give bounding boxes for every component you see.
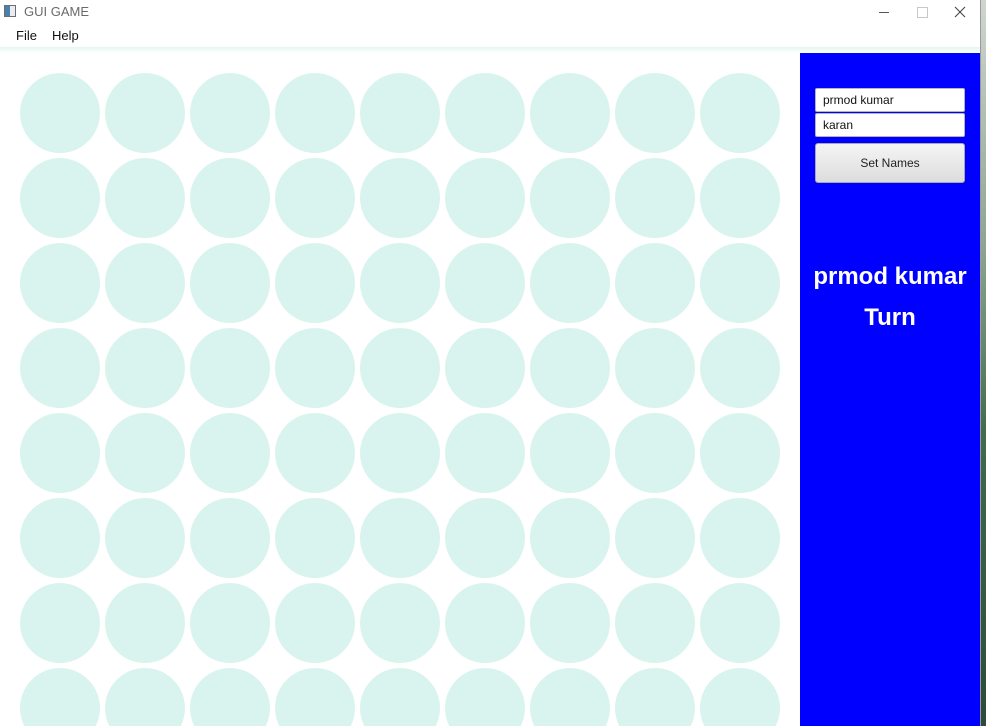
board-slot[interactable] [445, 243, 525, 323]
board-slot[interactable] [105, 413, 185, 493]
desktop-background [981, 0, 986, 726]
board-slot[interactable] [275, 243, 355, 323]
board-slot[interactable] [615, 668, 695, 726]
board-slot[interactable] [190, 73, 270, 153]
board-slot[interactable] [190, 328, 270, 408]
board-slot[interactable] [530, 328, 610, 408]
board-slot[interactable] [20, 668, 100, 726]
board-slot[interactable] [700, 583, 780, 663]
board-slot[interactable] [530, 158, 610, 238]
menu-help[interactable]: Help [52, 28, 79, 43]
player2-name-input[interactable] [815, 113, 965, 137]
board-slot[interactable] [20, 73, 100, 153]
maximize-icon [916, 6, 928, 18]
board-slot[interactable] [700, 73, 780, 153]
menu-file[interactable]: File [16, 28, 37, 43]
board-slot[interactable] [190, 413, 270, 493]
close-button[interactable] [941, 0, 979, 24]
board-slot[interactable] [615, 583, 695, 663]
board-slot[interactable] [445, 73, 525, 153]
board-slot[interactable] [275, 413, 355, 493]
board-slot[interactable] [20, 498, 100, 578]
board-slot[interactable] [105, 668, 185, 726]
turn-label: Turn [864, 304, 916, 331]
board-slot[interactable] [20, 158, 100, 238]
board-slot[interactable] [530, 413, 610, 493]
board-slot[interactable] [190, 583, 270, 663]
board-slot[interactable] [445, 498, 525, 578]
maximize-button[interactable] [903, 0, 941, 24]
board-slot[interactable] [530, 73, 610, 153]
board-slot[interactable] [190, 498, 270, 578]
board-slot[interactable] [360, 413, 440, 493]
board-slot[interactable] [360, 583, 440, 663]
board-slot[interactable] [275, 73, 355, 153]
board-slot[interactable] [190, 243, 270, 323]
board-slot[interactable] [360, 668, 440, 726]
board-slot[interactable] [700, 158, 780, 238]
board-slot[interactable] [360, 498, 440, 578]
board-slot[interactable] [20, 583, 100, 663]
board-slot[interactable] [445, 328, 525, 408]
board-slot[interactable] [700, 243, 780, 323]
player1-name-input[interactable] [815, 88, 965, 112]
board-slot[interactable] [360, 328, 440, 408]
board-slot[interactable] [530, 243, 610, 323]
board-slot[interactable] [275, 668, 355, 726]
menu-bar: File Help [0, 24, 980, 48]
board-slot[interactable] [445, 668, 525, 726]
board-slot[interactable] [530, 498, 610, 578]
board-slot[interactable] [275, 498, 355, 578]
board-slot[interactable] [615, 158, 695, 238]
board-slot[interactable] [615, 243, 695, 323]
board-slot[interactable] [700, 498, 780, 578]
board-slot[interactable] [360, 243, 440, 323]
board-slot[interactable] [20, 328, 100, 408]
board-slot[interactable] [360, 158, 440, 238]
board-slot[interactable] [445, 413, 525, 493]
board-slot[interactable] [105, 583, 185, 663]
board-slot[interactable] [275, 158, 355, 238]
board-slot[interactable] [530, 668, 610, 726]
board-slot[interactable] [190, 668, 270, 726]
board-slot[interactable] [20, 243, 100, 323]
board-slot[interactable] [615, 73, 695, 153]
board-slot[interactable] [20, 413, 100, 493]
board-slot[interactable] [445, 158, 525, 238]
current-player-name: prmod kumar [813, 263, 967, 290]
board-slot[interactable] [105, 328, 185, 408]
board-slot[interactable] [360, 73, 440, 153]
close-icon [954, 6, 966, 18]
board-slot[interactable] [105, 158, 185, 238]
board-slot[interactable] [615, 498, 695, 578]
board-slot[interactable] [700, 328, 780, 408]
board-slot[interactable] [275, 583, 355, 663]
board-slot[interactable] [190, 158, 270, 238]
window-title: GUI GAME [24, 4, 90, 19]
board-slot[interactable] [105, 243, 185, 323]
board-slot[interactable] [700, 668, 780, 726]
minimize-icon [879, 11, 889, 13]
game-board[interactable] [0, 53, 800, 726]
board-slot[interactable] [615, 328, 695, 408]
app-icon [4, 5, 16, 17]
board-slot[interactable] [615, 413, 695, 493]
board-slot[interactable] [275, 328, 355, 408]
game-window: GUI GAME File Help Set Names prmod kumar… [0, 0, 981, 726]
board-slot[interactable] [105, 73, 185, 153]
set-names-button[interactable]: Set Names [815, 143, 965, 183]
board-slot[interactable] [445, 583, 525, 663]
side-panel: Set Names prmod kumar Turn [800, 53, 980, 726]
board-slot[interactable] [700, 413, 780, 493]
board-slot[interactable] [105, 498, 185, 578]
title-bar[interactable]: GUI GAME [0, 0, 980, 24]
minimize-button[interactable] [865, 0, 903, 24]
board-slot[interactable] [530, 583, 610, 663]
